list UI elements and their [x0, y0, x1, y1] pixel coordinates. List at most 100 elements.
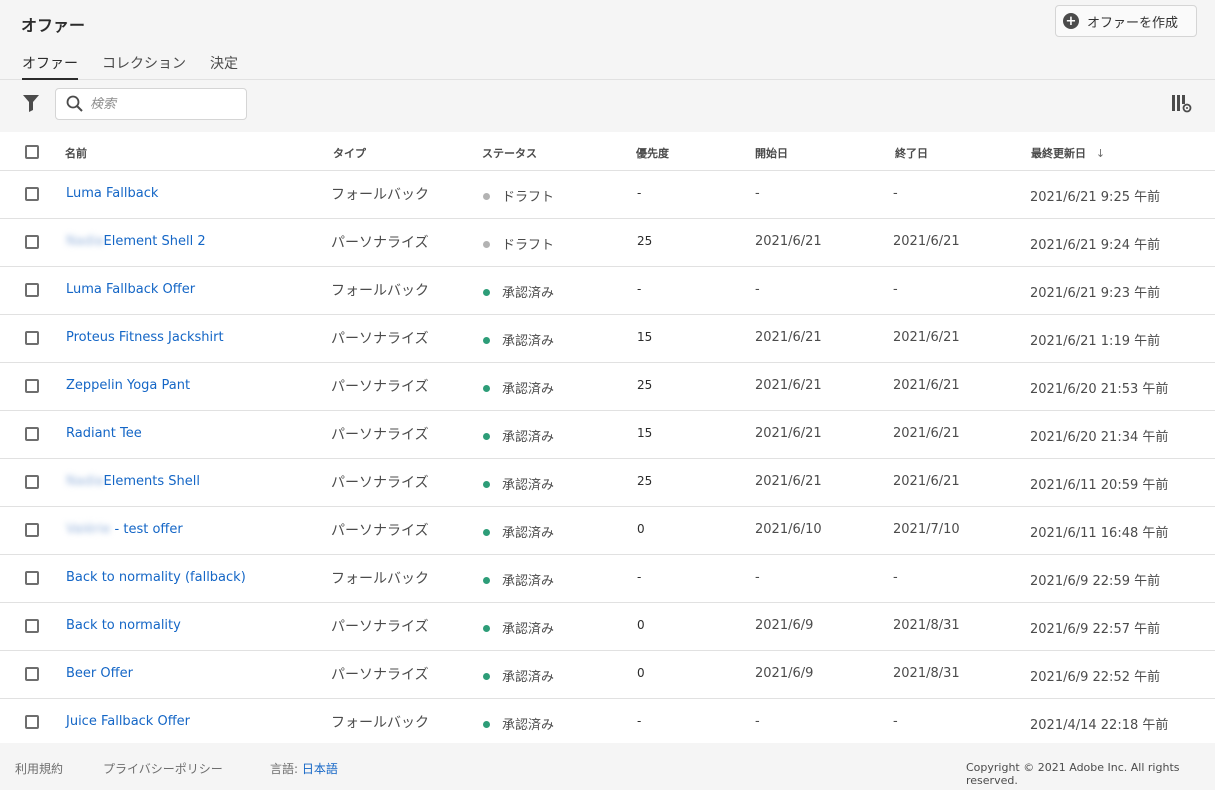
table-row[interactable]: Beer Offer パーソナライズ 承認済み 0 2021/6/9 2021/…: [0, 651, 1215, 699]
table-row[interactable]: Zeppelin Yoga Pant パーソナライズ 承認済み 25 2021/…: [0, 363, 1215, 411]
offer-priority: -: [637, 186, 642, 200]
status-dot-icon: [483, 337, 490, 344]
row-checkbox[interactable]: [25, 475, 39, 489]
offer-name-link[interactable]: Back to normality: [66, 618, 181, 633]
offer-name-link[interactable]: Luma Fallback Offer: [66, 282, 195, 297]
column-header-last-modified[interactable]: 最終更新日 ↓: [1031, 145, 1105, 161]
row-checkbox[interactable]: [25, 235, 39, 249]
row-checkbox[interactable]: [25, 427, 39, 441]
offer-end-date: 2021/7/10: [893, 522, 960, 537]
privacy-link[interactable]: プライバシーポリシー: [103, 760, 223, 777]
toolbar: [0, 80, 1215, 132]
row-checkbox[interactable]: [25, 379, 39, 393]
row-checkbox[interactable]: [25, 715, 39, 729]
offer-name-cell: NadiaElements Shell: [66, 474, 200, 489]
language-label: 言語:: [270, 762, 299, 776]
offer-start-date: -: [755, 186, 760, 201]
create-offer-button[interactable]: + オファーを作成: [1055, 5, 1197, 37]
offer-status: 承認済み: [483, 282, 554, 301]
status-dot-icon: [483, 193, 490, 200]
offer-last-modified: 2021/6/21 9:25 午前: [1030, 190, 1161, 205]
table-row[interactable]: Luma Fallback フォールバック ドラフト - - - 2021/6/…: [0, 171, 1215, 219]
search-box[interactable]: [55, 88, 247, 120]
status-dot-icon: [483, 241, 490, 248]
table-row[interactable]: Back to normality パーソナライズ 承認済み 0 2021/6/…: [0, 603, 1215, 651]
offer-type: フォールバック: [331, 571, 429, 587]
status-dot-icon: [483, 721, 490, 728]
column-header-end-date[interactable]: 終了日: [895, 145, 928, 161]
offer-priority: 25: [637, 234, 653, 248]
offer-end-date: -: [893, 186, 898, 201]
row-checkbox[interactable]: [25, 667, 39, 681]
offer-last-modified: 2021/6/21 9:23 午前: [1030, 286, 1161, 301]
offer-type: パーソナライズ: [331, 331, 429, 347]
offer-type: フォールバック: [331, 715, 429, 731]
column-header-priority[interactable]: 優先度: [636, 145, 669, 161]
table-row[interactable]: Valérie - test offer パーソナライズ 承認済み 0 2021…: [0, 507, 1215, 555]
row-checkbox[interactable]: [25, 283, 39, 297]
offer-name-cell: Back to normality (fallback): [66, 570, 246, 585]
search-input[interactable]: [90, 96, 230, 112]
offer-name-cell: Valérie - test offer: [66, 522, 183, 537]
add-circle-icon: +: [1063, 13, 1079, 29]
tab-bar: オファー コレクション 決定: [22, 50, 262, 80]
table-row[interactable]: Luma Fallback Offer フォールバック 承認済み - - - 2…: [0, 267, 1215, 315]
tab-decisions[interactable]: 決定: [210, 50, 238, 80]
row-checkbox[interactable]: [25, 571, 39, 585]
terms-link[interactable]: 利用規約: [15, 760, 63, 777]
offer-status: 承認済み: [483, 474, 554, 493]
offer-start-date: 2021/6/21: [755, 426, 822, 441]
offer-last-modified: 2021/6/9 22:52 午前: [1030, 670, 1161, 685]
filter-icon[interactable]: [23, 95, 39, 112]
offer-end-date: 2021/6/21: [893, 426, 960, 441]
tab-collections[interactable]: コレクション: [102, 50, 186, 80]
offer-name-link[interactable]: - test offer: [110, 522, 183, 537]
table-row[interactable]: Radiant Tee パーソナライズ 承認済み 15 2021/6/21 20…: [0, 411, 1215, 459]
offer-name-link[interactable]: Proteus Fitness Jackshirt: [66, 330, 224, 345]
offer-name-link[interactable]: Juice Fallback Offer: [66, 714, 190, 729]
column-settings-icon[interactable]: [1172, 95, 1192, 113]
column-header-type[interactable]: タイプ: [333, 145, 366, 161]
offer-name-link[interactable]: Zeppelin Yoga Pant: [66, 378, 190, 393]
column-header-name[interactable]: 名前: [65, 145, 87, 161]
offer-status: 承認済み: [483, 426, 554, 445]
table-row[interactable]: Proteus Fitness Jackshirt パーソナライズ 承認済み 1…: [0, 315, 1215, 363]
offer-priority: 15: [637, 330, 653, 344]
offer-name-link[interactable]: Elements Shell: [104, 474, 200, 489]
column-header-start-date[interactable]: 開始日: [755, 145, 788, 161]
offer-priority: -: [637, 714, 642, 728]
select-all-checkbox[interactable]: [25, 145, 39, 159]
page-header: オファー + オファーを作成 オファー コレクション 決定: [0, 0, 1215, 80]
offer-name-cell: NadiaElement Shell 2: [66, 234, 206, 249]
status-label: 承認済み: [502, 430, 555, 445]
row-checkbox[interactable]: [25, 331, 39, 345]
tab-offers[interactable]: オファー: [22, 50, 78, 80]
status-label: 承認済み: [502, 670, 555, 685]
offer-name-link[interactable]: Element Shell 2: [104, 234, 206, 249]
offer-end-date: 2021/6/21: [893, 330, 960, 345]
offer-last-modified: 2021/6/11 16:48 午前: [1030, 526, 1169, 541]
language-value[interactable]: 日本語: [302, 762, 338, 776]
offer-name-link[interactable]: Luma Fallback: [66, 186, 158, 201]
row-checkbox[interactable]: [25, 187, 39, 201]
offer-start-date: 2021/6/9: [755, 618, 814, 633]
table-row[interactable]: NadiaElement Shell 2 パーソナライズ ドラフト 25 202…: [0, 219, 1215, 267]
offer-last-modified: 2021/6/21 1:19 午前: [1030, 334, 1161, 349]
offer-end-date: -: [893, 282, 898, 297]
page-title: オファー: [21, 16, 86, 35]
row-checkbox[interactable]: [25, 619, 39, 633]
language-selector[interactable]: 言語: 日本語: [270, 760, 338, 777]
offer-name-link[interactable]: Back to normality (fallback): [66, 570, 246, 585]
status-dot-icon: [483, 481, 490, 488]
offer-name-link[interactable]: Beer Offer: [66, 666, 133, 681]
row-checkbox[interactable]: [25, 523, 39, 537]
offer-start-date: 2021/6/9: [755, 666, 814, 681]
offer-name-link[interactable]: Radiant Tee: [66, 426, 142, 441]
table-row[interactable]: Juice Fallback Offer フォールバック 承認済み - - - …: [0, 699, 1215, 743]
table-row[interactable]: Back to normality (fallback) フォールバック 承認済…: [0, 555, 1215, 603]
offer-start-date: 2021/6/10: [755, 522, 822, 537]
offer-end-date: 2021/6/21: [893, 234, 960, 249]
column-header-status[interactable]: ステータス: [482, 145, 537, 161]
table-row[interactable]: NadiaElements Shell パーソナライズ 承認済み 25 2021…: [0, 459, 1215, 507]
offer-type: パーソナライズ: [331, 235, 429, 251]
